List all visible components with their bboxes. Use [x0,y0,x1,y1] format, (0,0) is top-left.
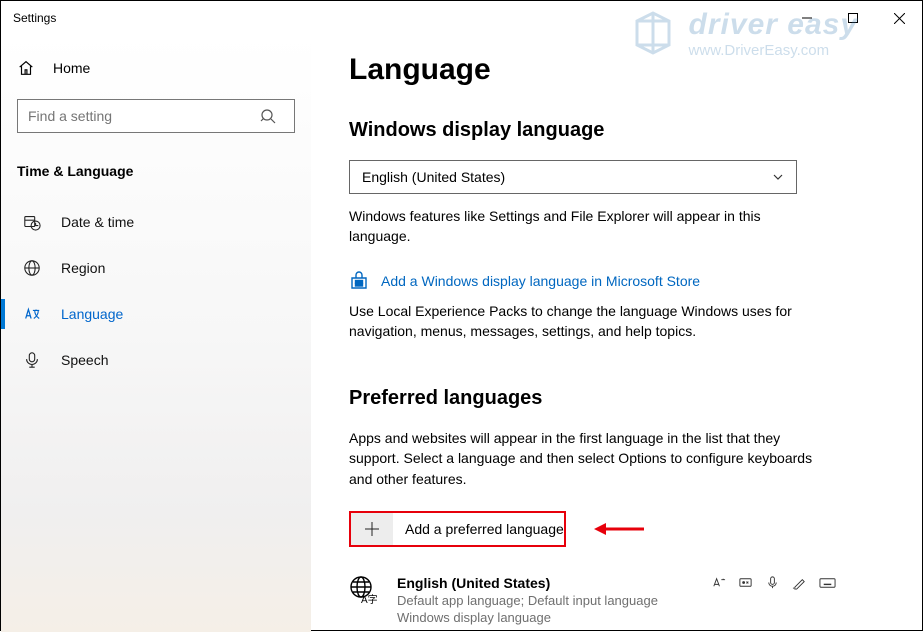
sidebar-item-label: Region [61,260,105,276]
preferred-languages-heading: Preferred languages [349,387,884,410]
language-sub2: Windows display language [397,610,658,625]
close-button[interactable] [876,1,922,35]
display-language-heading: Windows display language [349,119,884,142]
language-name: English (United States) [397,575,658,591]
sidebar-item-label: Date & time [61,214,134,230]
speech-recognition-icon [738,575,753,590]
search-box[interactable] [17,99,295,133]
keyboard-icon [819,575,836,590]
chevron-down-icon [772,171,784,183]
sidebar-item-date-time[interactable]: Date & time [17,199,295,245]
globe-icon [23,259,41,277]
sidebar-item-speech[interactable]: Speech [17,337,295,383]
store-link-label: Add a Windows display language in Micros… [381,273,700,289]
titlebar: Settings [1,1,922,35]
plus-icon [351,513,393,545]
language-globe-icon: A字 [349,575,379,625]
sidebar: Home Time & Language Date & time Region [1,35,311,632]
calendar-clock-icon [23,213,41,231]
language-feature-icons [711,575,836,590]
svg-text:A字: A字 [361,593,378,605]
sidebar-section-heading: Time & Language [17,163,295,179]
language-sub1: Default app language; Default input lang… [397,593,658,608]
add-language-label: Add a preferred language [393,521,564,537]
home-icon [17,59,35,77]
language-meta: English (United States) Default app lang… [397,575,658,625]
sidebar-item-language[interactable]: Language [17,291,295,337]
home-label: Home [53,60,90,76]
add-language-row: Add a preferred language [349,511,884,547]
window-title: Settings [13,11,784,25]
search-icon [260,108,294,124]
handwriting-icon [792,575,807,590]
sidebar-item-label: Language [61,306,123,322]
microphone-icon [23,351,41,369]
minimize-button[interactable] [784,1,830,35]
add-preferred-language-button[interactable]: Add a preferred language [349,511,566,547]
local-packs-description: Use Local Experience Packs to change the… [349,301,799,342]
window-controls [784,1,922,35]
text-to-speech-icon [711,575,726,590]
page-title: Language [349,53,884,87]
home-nav[interactable]: Home [17,47,295,89]
preferred-language-item[interactable]: A字 English (United States) Default app l… [349,575,884,625]
sidebar-item-region[interactable]: Region [17,245,295,291]
sidebar-item-label: Speech [61,352,108,368]
voice-icon [765,575,780,590]
search-input[interactable] [18,100,260,132]
annotation-arrow [594,520,644,538]
preferred-languages-description: Apps and websites will appear in the fir… [349,428,829,489]
display-language-dropdown[interactable]: English (United States) [349,160,797,194]
store-icon [349,271,369,291]
main-content: Language Windows display language Englis… [311,35,922,632]
language-icon [23,305,41,323]
display-language-selected: English (United States) [362,169,505,185]
maximize-button[interactable] [830,1,876,35]
store-link-row[interactable]: Add a Windows display language in Micros… [349,271,884,291]
app-body: Home Time & Language Date & time Region [1,35,922,632]
display-language-description: Windows features like Settings and File … [349,206,799,247]
